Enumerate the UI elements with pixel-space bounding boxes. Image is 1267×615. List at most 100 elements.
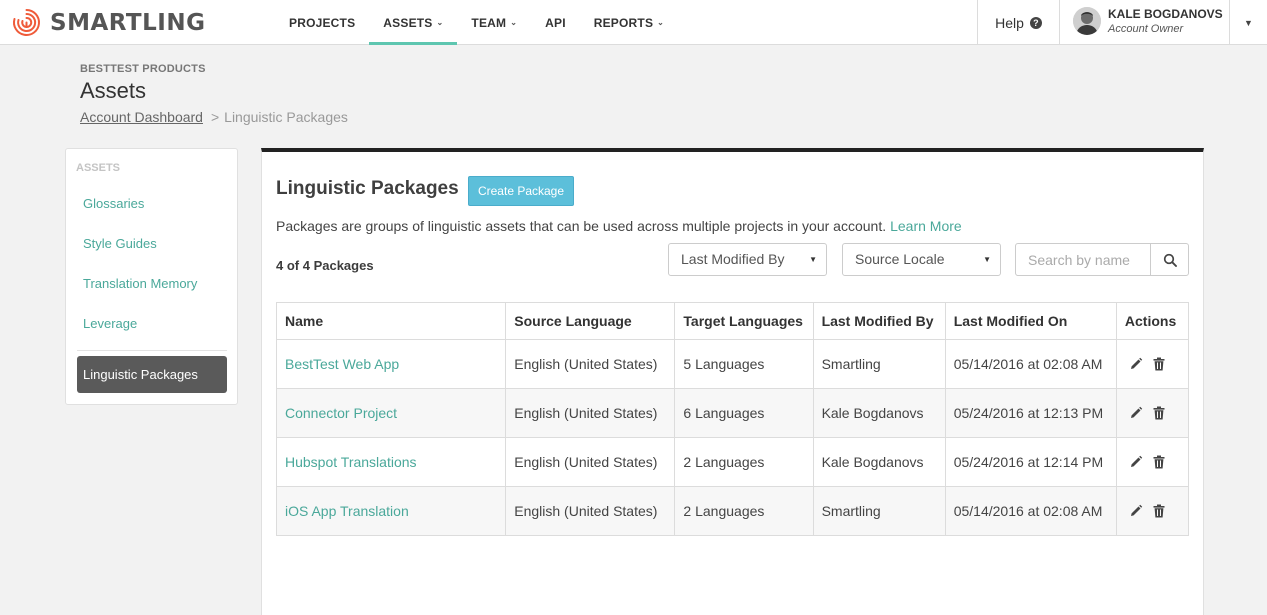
modified-on-cell: 05/24/2016 at 12:14 PM [944, 437, 1117, 487]
table-header-row: Name Source Language Target Languages La… [275, 302, 1190, 340]
search-icon [1163, 253, 1177, 267]
sidebar-item-linguistic-packages[interactable]: Linguistic Packages [77, 356, 227, 393]
actions-cell [1115, 339, 1190, 389]
table-row: Hubspot Translations English (United Sta… [275, 437, 1190, 487]
modified-on-cell: 05/14/2016 at 02:08 AM [944, 486, 1117, 536]
fingerprint-logo-icon [13, 9, 40, 36]
nav-team[interactable]: TEAM ⌄ [457, 0, 531, 45]
chevron-down-icon: ⌄ [436, 18, 444, 27]
packages-table: Name Source Language Target Languages La… [275, 302, 1190, 536]
modified-by-cell: Kale Bogdanovs [812, 388, 946, 438]
column-header-last-modified-by[interactable]: Last Modified By [812, 302, 946, 340]
linguistic-packages-panel: Linguistic Packages Create Package Packa… [261, 148, 1204, 615]
sidebar-item-leverage[interactable]: Leverage [83, 316, 137, 331]
panel-description: Packages are groups of linguistic assets… [276, 218, 962, 234]
trash-icon[interactable] [1153, 455, 1165, 469]
avatar [1073, 7, 1101, 35]
trash-icon[interactable] [1153, 357, 1165, 371]
source-language-cell: English (United States) [505, 486, 676, 536]
help-label: Help [995, 14, 1024, 31]
organization-name: BESTTEST PRODUCTS [80, 63, 206, 75]
last-modified-by-filter[interactable]: Last Modified By ▼ [668, 243, 827, 276]
filter-label: Source Locale [855, 251, 945, 267]
modified-by-cell: Smartling [812, 486, 946, 536]
create-package-button[interactable]: Create Package [468, 176, 574, 206]
package-name-link[interactable]: iOS App Translation [275, 486, 507, 536]
table-row: Connector Project English (United States… [275, 388, 1190, 438]
sidebar-divider [77, 350, 227, 351]
user-name: KALE BOGDANOVS [1108, 7, 1223, 21]
learn-more-link[interactable]: Learn More [890, 218, 962, 234]
smartling-logo[interactable]: SMARTLING [10, 6, 205, 39]
chevron-down-icon: ⌄ [510, 18, 518, 27]
breadcrumb-account-dashboard[interactable]: Account Dashboard [80, 109, 203, 125]
search-button[interactable] [1150, 244, 1188, 275]
column-header-source-language[interactable]: Source Language [505, 302, 676, 340]
pencil-icon[interactable] [1129, 406, 1143, 420]
source-language-cell: English (United States) [505, 388, 676, 438]
pencil-icon[interactable] [1129, 455, 1143, 469]
nav-label: TEAM [471, 15, 507, 30]
nav-api[interactable]: API [531, 0, 580, 45]
nav-projects[interactable]: PROJECTS [275, 0, 369, 45]
sidebar-item-glossaries[interactable]: Glossaries [83, 196, 144, 211]
table-row: BestTest Web App English (United States)… [275, 339, 1190, 389]
actions-cell [1115, 437, 1190, 487]
sidebar-item-translation-memory[interactable]: Translation Memory [83, 276, 197, 291]
source-locale-filter[interactable]: Source Locale ▼ [842, 243, 1001, 276]
pencil-icon[interactable] [1129, 504, 1143, 518]
package-count: 4 of 4 Packages [276, 258, 374, 273]
filter-label: Last Modified By [681, 251, 785, 267]
page-title: Assets [80, 78, 147, 103]
column-header-last-modified-on[interactable]: Last Modified On [944, 302, 1117, 340]
modified-on-cell: 05/14/2016 at 02:08 AM [944, 339, 1117, 389]
package-name-link[interactable]: Connector Project [275, 388, 507, 438]
modified-by-cell: Kale Bogdanovs [812, 437, 946, 487]
user-dropdown-toggle[interactable]: ▼ [1230, 0, 1267, 45]
question-circle-icon: ? [1029, 16, 1042, 29]
user-account-menu[interactable]: KALE BOGDANOVS Account Owner [1059, 0, 1230, 45]
trash-icon[interactable] [1153, 504, 1165, 518]
breadcrumb-current: Linguistic Packages [224, 109, 348, 125]
search-input[interactable] [1016, 244, 1150, 275]
help-button[interactable]: Help ? [977, 0, 1059, 45]
chevron-down-icon: ⌄ [657, 18, 665, 27]
column-header-actions: Actions [1115, 302, 1190, 340]
search-box [1015, 243, 1189, 276]
nav-label: API [545, 15, 566, 30]
nav-assets[interactable]: ASSETS ⌄ [369, 0, 458, 45]
nav-label: PROJECTS [289, 15, 356, 30]
target-languages-cell: 5 Languages [674, 339, 814, 389]
nav-label: REPORTS [593, 15, 654, 30]
pencil-icon[interactable] [1129, 357, 1143, 371]
modified-on-cell: 05/24/2016 at 12:13 PM [944, 388, 1117, 438]
target-languages-cell: 2 Languages [674, 437, 814, 487]
sidebar-heading: ASSETS [76, 162, 121, 174]
table-row: iOS App Translation English (United Stat… [275, 486, 1190, 536]
column-header-target-languages[interactable]: Target Languages [674, 302, 814, 340]
breadcrumb-separator: > [210, 109, 220, 125]
sidebar-item-style-guides[interactable]: Style Guides [83, 236, 157, 251]
actions-cell [1115, 388, 1190, 438]
nav-label: ASSETS [383, 15, 433, 30]
package-name-link[interactable]: BestTest Web App [275, 339, 507, 389]
brand-name: SMARTLING [50, 9, 206, 36]
user-role: Account Owner [1108, 23, 1184, 35]
panel-title: Linguistic Packages [276, 178, 459, 199]
source-language-cell: English (United States) [505, 339, 676, 389]
target-languages-cell: 6 Languages [674, 388, 814, 438]
main-nav: PROJECTS ASSETS ⌄ TEAM ⌄ API REPORTS ⌄ [275, 0, 678, 45]
nav-reports[interactable]: REPORTS ⌄ [580, 0, 678, 45]
caret-down-icon: ▼ [1244, 17, 1253, 28]
source-language-cell: English (United States) [505, 437, 676, 487]
caret-down-icon: ▼ [983, 255, 991, 264]
target-languages-cell: 2 Languages [674, 486, 814, 536]
assets-sidebar: ASSETS Glossaries Style Guides Translati… [65, 148, 238, 405]
actions-cell [1115, 486, 1190, 536]
description-text: Packages are groups of linguistic assets… [276, 218, 887, 234]
trash-icon[interactable] [1153, 406, 1165, 420]
package-name-link[interactable]: Hubspot Translations [275, 437, 507, 487]
modified-by-cell: Smartling [812, 339, 946, 389]
caret-down-icon: ▼ [809, 255, 817, 264]
column-header-name[interactable]: Name [275, 302, 507, 340]
